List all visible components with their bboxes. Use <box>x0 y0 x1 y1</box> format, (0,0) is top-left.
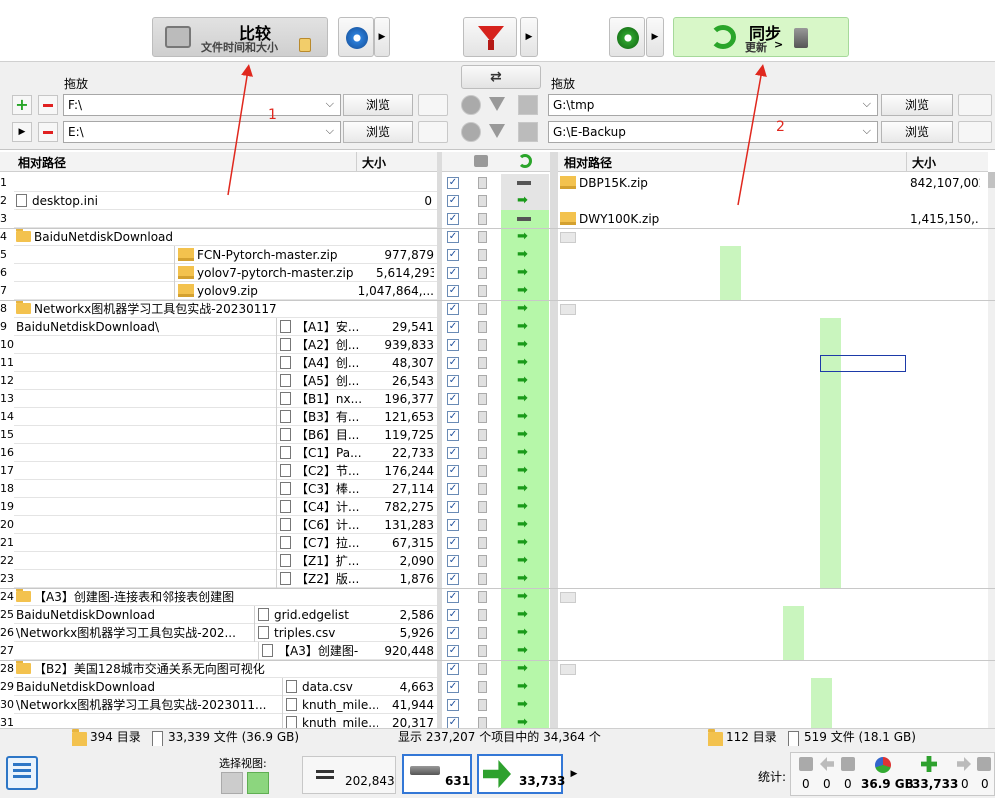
left-dir-count: 394 目录 <box>90 730 141 744</box>
equal-filter-button[interactable]: 202,843 <box>302 756 396 794</box>
stat-value: 0 <box>844 777 852 791</box>
pie-chart-icon <box>875 757 891 773</box>
update-left-icon <box>820 757 834 771</box>
select-view-label: 选择视图: <box>219 757 267 770</box>
annotation-label-2: 2 <box>776 119 785 135</box>
log-icon[interactable] <box>6 756 38 790</box>
annotation-arrow-1 <box>227 64 253 196</box>
stats-label: 统计: <box>758 770 787 784</box>
stat-value: 0 <box>981 777 989 791</box>
items-shown: 显示 237,207 个项目中的 34,364 个 <box>398 730 601 744</box>
stats-panel: 0 0 0 36.9 GB 33,733 0 0 <box>790 752 995 796</box>
annotation-layer <box>227 64 767 206</box>
right-file-count: 519 文件 (18.1 GB) <box>804 730 916 744</box>
stat-value: 0 <box>802 777 810 791</box>
equal-count: 202,843 <box>345 774 395 788</box>
right-dir-count: 112 目录 <box>726 730 777 744</box>
stat-value: 0 <box>823 777 831 791</box>
sync-view-icon[interactable] <box>247 772 269 794</box>
sync-filter-button[interactable]: 33,733 <box>477 754 566 794</box>
disk-icon <box>410 766 440 775</box>
camera-view-icon[interactable] <box>221 772 243 794</box>
delete-right-icon <box>977 757 991 771</box>
annotation-arrow-2 <box>737 64 767 206</box>
stat-value: 0 <box>961 777 969 791</box>
different-count: 631 <box>445 774 471 788</box>
different-filter-button[interactable]: 631 <box>402 754 472 794</box>
stat-value: 36.9 GB <box>861 777 914 791</box>
create-left-icon <box>799 757 813 771</box>
stat-value: 33,733 <box>912 777 959 791</box>
left-file-count: 33,339 文件 (36.9 GB) <box>168 730 300 744</box>
sync-arrow-icon <box>483 760 511 788</box>
delete-left-icon <box>841 757 855 771</box>
update-right-icon <box>957 757 971 771</box>
annotation-label-1: 1 <box>268 107 277 123</box>
more-button[interactable]: ▶ <box>566 756 582 794</box>
sync-count: 33,733 <box>519 774 566 788</box>
create-right-icon <box>921 756 937 772</box>
